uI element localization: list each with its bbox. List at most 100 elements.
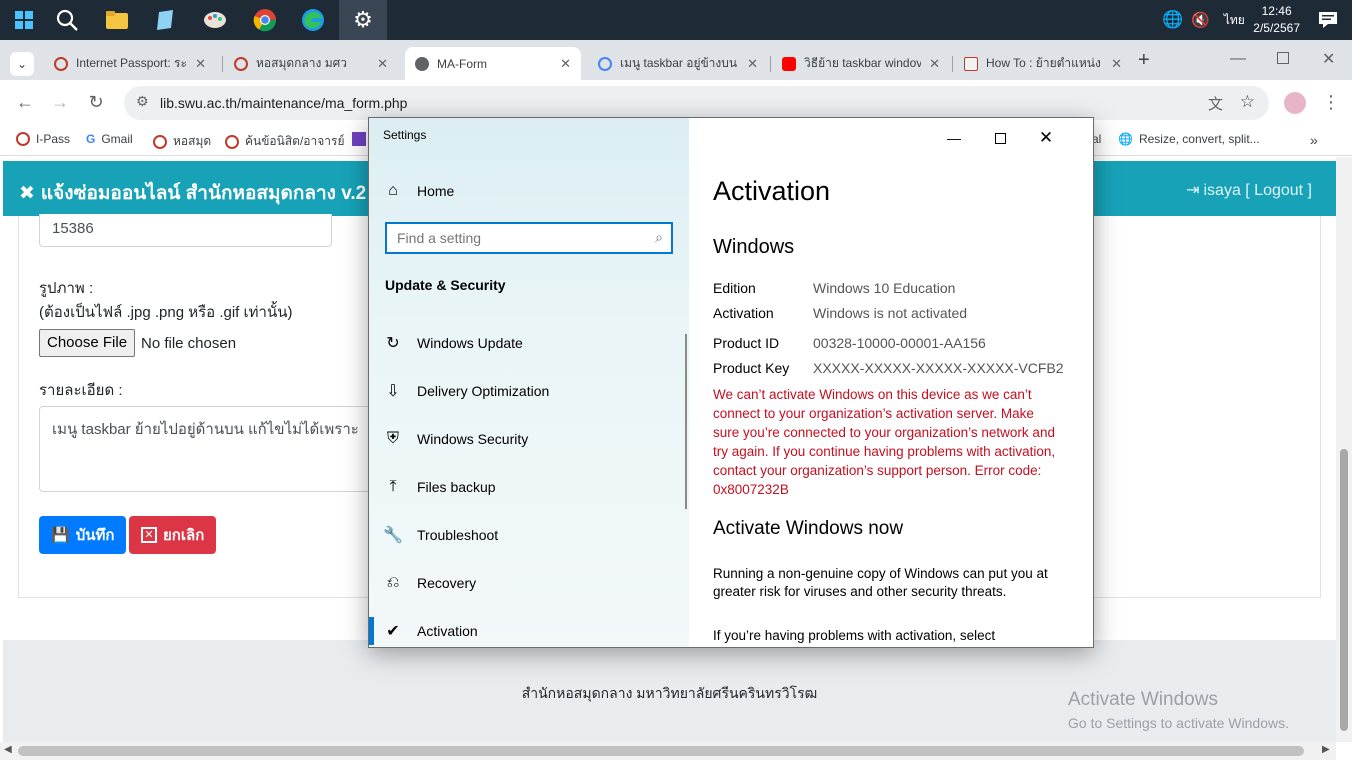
watermark-subtitle: Go to Settings to activate Windows. [1068,715,1289,731]
row-value: Windows is not activated [813,305,968,321]
watermark-title: Activate Windows [1068,689,1218,710]
cancel-button[interactable]: ✕ ยกเลิก [129,516,217,554]
maximize-icon[interactable] [977,124,1023,152]
browser-tab[interactable]: หอสมุดกลาง มศว ✕ [224,47,398,80]
product-id-row: Product ID 00328-10000-00001-AA156 [713,335,1073,351]
page-vertical-scrollbar[interactable] [1336,157,1352,742]
search-icon: ⌕ [655,229,663,245]
detail-textarea[interactable]: เมนู taskbar ย้ายไปอยู่ด้านบน แก้ไขไม่ได… [39,406,379,492]
bookmark-item[interactable]: 🌐 Resize, convert, split... [1118,132,1260,146]
browser-tab[interactable]: How To : ย้ายตำแหน่ง ✕ [954,47,1132,80]
bookmark-item[interactable]: หอสมุด [153,132,211,151]
volume-muted-icon[interactable]: 🔇 [1191,11,1210,29]
nav-recovery[interactable]: ⎌ Recovery [369,561,687,605]
globe-icon[interactable]: 🌐 [1162,10,1183,30]
browser-tab-active[interactable]: MA-Form ✕ [405,47,581,80]
close-tab-icon[interactable]: ✕ [929,56,940,72]
nav-label: Windows Security [417,431,529,447]
profile-avatar-icon[interactable] [1284,92,1306,114]
reload-icon[interactable]: ↻ [84,92,108,113]
find-setting-input[interactable]: Find a setting ⌕ [385,222,673,254]
site-info-icon[interactable]: ⚙ [136,93,149,110]
close-tab-icon[interactable]: ✕ [747,56,758,72]
clock-date: 2/5/2567 [1253,21,1300,35]
nav-home[interactable]: ⌂ Home [369,169,687,213]
paint-button[interactable] [191,0,239,40]
settings-taskbar-button[interactable]: ⚙ [339,0,387,40]
browser-tab[interactable]: เมนู taskbar อยู่ข้างบน ✕ [588,47,768,80]
google-favicon-icon [598,56,612,71]
search-icon [56,9,78,31]
back-icon[interactable]: ← [13,92,37,113]
nav-label: Recovery [417,575,477,591]
close-tab-icon[interactable]: ✕ [195,56,206,72]
tab-title: หอสมุดกลาง มศว [256,56,347,70]
notification-button[interactable] [1304,0,1352,40]
scroll-right-icon[interactable]: ▶ [1322,744,1330,755]
start-button[interactable] [0,0,48,40]
more-menu-icon[interactable]: ⋮ [1319,92,1343,113]
save-button[interactable]: 💾 บันทึก [39,516,127,554]
close-tab-icon[interactable]: ✕ [560,56,571,72]
upload-icon: ⤒ [389,478,397,495]
bookmark-item[interactable]: ค้นข้อนิสิต/อาจารย์ [225,132,345,151]
taskbar-clock[interactable]: 12:46 2/5/2567 [1253,3,1300,37]
id-input[interactable]: 15386 [39,214,332,247]
windows-logo-icon [15,11,33,29]
close-icon[interactable]: ✕ [1023,124,1069,152]
nav-files-backup[interactable]: ⤒ Files backup [369,465,687,509]
address-bar[interactable]: ⚙ lib.swu.ac.th/maintenance/ma_form.php … [124,86,1269,120]
section-heading: Update & Security [385,277,506,293]
edge-button[interactable] [289,0,337,40]
choose-file-button[interactable]: Choose File [39,329,136,357]
page-horizontal-scrollbar[interactable]: ◀ ▶ [0,742,1336,760]
bookmark-item[interactable]: G Gmail [86,132,133,146]
scroll-thumb[interactable] [1340,449,1348,731]
site-brand[interactable]: ✖ แจ้งซ่อมออนไลน์ สำนักหอสมุดกลาง v.2 [19,178,366,208]
nav-troubleshoot[interactable]: 🔧 Troubleshoot [369,513,687,557]
browser-tab[interactable]: Internet Passport: ระบ ✕ [44,47,216,80]
wrench-icon: 🔧 [383,527,403,544]
maximize-icon[interactable] [1277,52,1289,64]
nav-windows-update[interactable]: ↻ Windows Update [369,321,687,365]
bookmark-item[interactable] [352,132,366,146]
bookmarks-overflow-icon[interactable]: » [1310,132,1318,148]
notepad-button[interactable] [141,0,189,40]
browser-tab[interactable]: วิธีย้าย taskbar windov ✕ [772,47,950,80]
scroll-thumb[interactable] [18,746,1304,756]
minimize-icon[interactable]: — [1230,50,1246,68]
file-explorer-button[interactable] [93,0,141,40]
minimize-icon[interactable]: — [931,124,977,152]
chrome-button[interactable] [241,0,289,40]
new-tab-icon[interactable]: + [1138,49,1150,72]
bookmark-label: Resize, convert, split... [1138,132,1260,146]
nav-activation[interactable]: ✔ Activation [369,609,687,647]
windows-heading: Windows [713,236,795,258]
tab-search-button[interactable]: ⌄ [10,52,34,76]
nav-delivery-optimization[interactable]: ⇩ Delivery Optimization [369,369,687,413]
user-logout-link[interactable]: ⇥ isaya [ Logout ] [1186,180,1312,200]
bookmark-favicon [16,132,30,146]
taskbar-search-button[interactable] [43,0,91,40]
close-tab-icon[interactable]: ✕ [1111,56,1122,72]
close-tab-icon[interactable]: ✕ [377,56,388,72]
row-label: Activation [713,305,774,321]
scroll-left-icon[interactable]: ◀ [4,744,12,755]
recovery-icon: ⎌ [386,574,400,591]
nav-windows-security[interactable]: ⛨ Windows Security [369,417,687,461]
sidebar-scrollbar[interactable] [685,334,687,509]
palette-icon [204,12,226,28]
edition-row: Edition Windows 10 Education [713,280,1073,296]
forward-icon[interactable]: → [48,92,72,113]
non-genuine-warning: Running a non-genuine copy of Windows ca… [713,566,1048,599]
translate-icon[interactable]: 文 [1208,93,1223,114]
input-language[interactable]: ไทย [1224,11,1245,30]
bookmark-item[interactable]: I-Pass [16,132,70,146]
url-text: lib.swu.ac.th/maintenance/ma_form.php [160,95,408,111]
nav-label: Files backup [417,479,496,495]
bookmark-star-icon[interactable]: ☆ [1240,92,1255,112]
notepad-icon [157,10,173,30]
close-window-icon[interactable]: ✕ [1322,49,1335,69]
taskbar: ⚙ 🌐 🔇 ไทย 12:46 2/5/2567 [0,0,1352,40]
image-label: รูปภาพ : [39,280,94,297]
